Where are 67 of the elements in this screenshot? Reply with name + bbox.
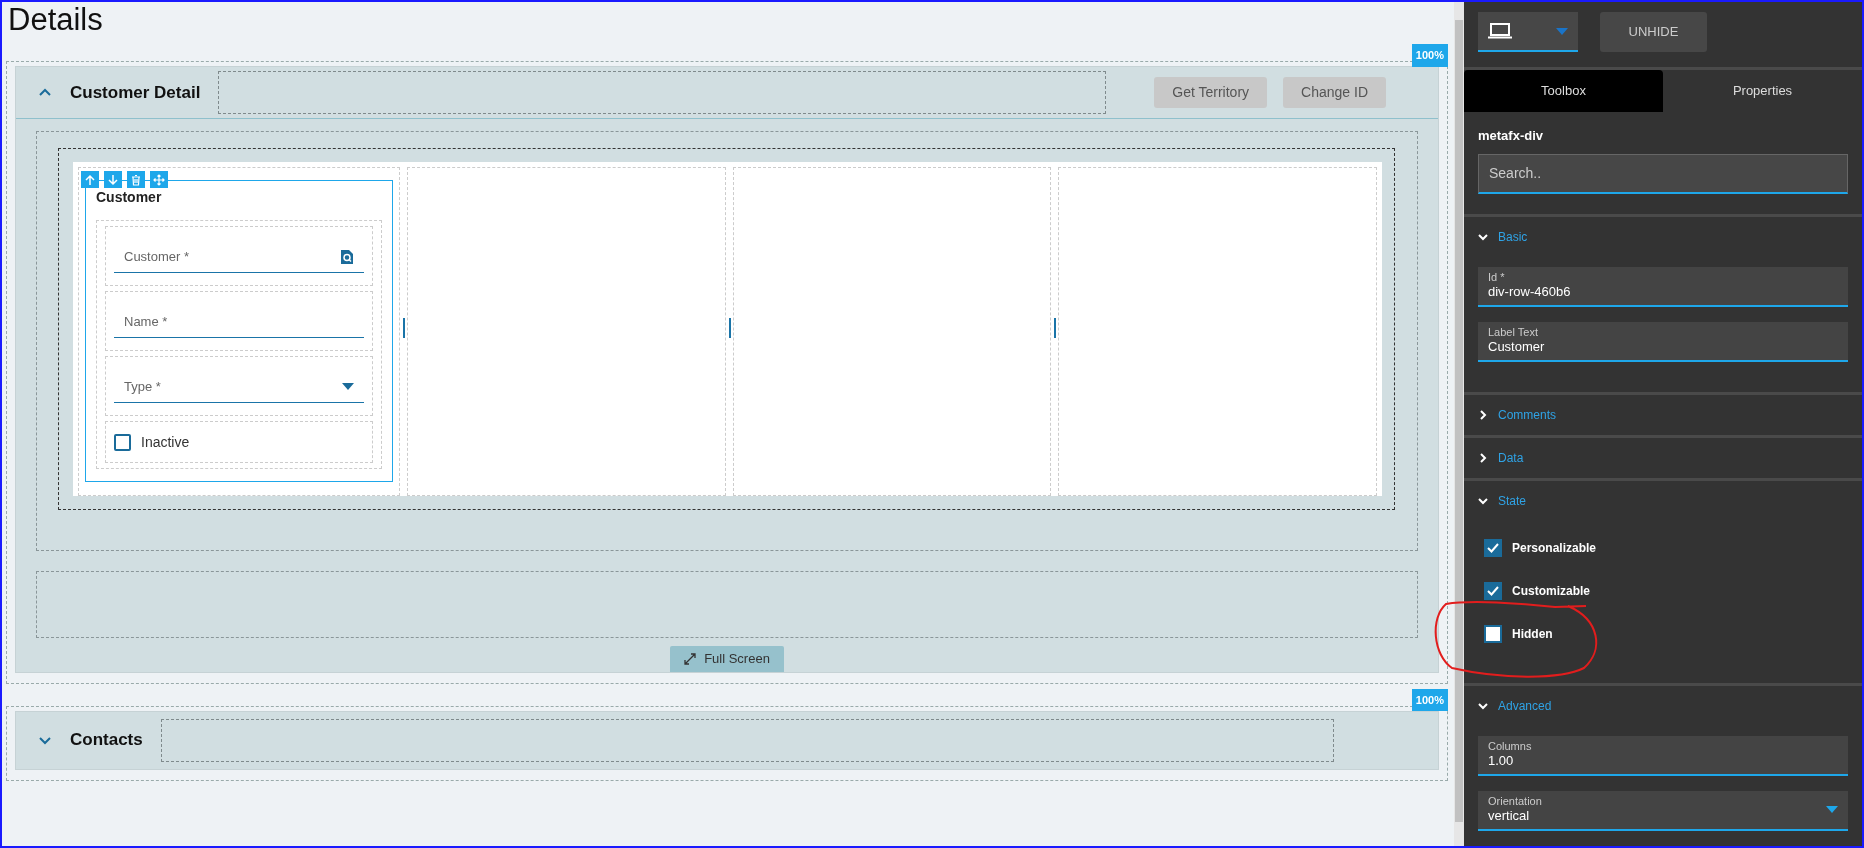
toolbar-button[interactable] xyxy=(81,171,99,188)
field-label: Label Text xyxy=(1488,326,1539,340)
input-field[interactable]: Columns 1.00 xyxy=(1478,735,1848,776)
action-button[interactable]: Change ID xyxy=(1283,77,1386,108)
checkbox[interactable] xyxy=(1484,581,1502,600)
move-icon xyxy=(153,173,165,186)
group-header[interactable]: Advanced xyxy=(1478,685,1552,726)
dropdown-caret-icon xyxy=(342,383,354,390)
panel-tab[interactable]: Toolbox xyxy=(1464,70,1663,112)
dropdown-caret-icon xyxy=(1556,27,1568,35)
chevron-down-icon xyxy=(1478,700,1488,711)
group-header[interactable]: State xyxy=(1478,480,1527,521)
select-field[interactable]: Orientation vertical xyxy=(1478,790,1848,831)
field-value: 1.00 xyxy=(1488,753,1515,769)
move-down-icon xyxy=(107,173,119,186)
checkbox[interactable] xyxy=(1484,538,1502,557)
resize-handle[interactable] xyxy=(403,318,405,338)
laptop-icon xyxy=(1488,23,1512,39)
checkbox-label: Hidden xyxy=(1512,625,1553,643)
resize-handle[interactable] xyxy=(1054,318,1057,338)
lookup-field[interactable]: Customer * xyxy=(114,235,364,273)
scrollbar-thumb[interactable] xyxy=(1455,20,1463,822)
field-value: div-row-460b6 xyxy=(1488,284,1571,300)
device-dropdown[interactable] xyxy=(1478,12,1578,52)
move-up-icon xyxy=(84,173,96,186)
zoom-badge: 100% xyxy=(1411,44,1448,67)
form-card[interactable]: Customer Customer * Name * Type * Inactive xyxy=(85,180,393,482)
section-title: Contacts xyxy=(70,729,143,752)
zoom-badge: 100% xyxy=(1411,688,1448,711)
group-header[interactable]: Data xyxy=(1478,437,1524,478)
field-value: Customer xyxy=(1488,339,1545,355)
checkbox-label: Customizable xyxy=(1512,582,1590,600)
checkbox[interactable] xyxy=(1484,624,1502,643)
field-label: Columns xyxy=(1488,740,1532,754)
trash-icon xyxy=(130,173,142,186)
page-title: Details xyxy=(8,4,104,35)
search-field[interactable]: Search.. xyxy=(1478,153,1848,194)
checkbox-label: Personalizable xyxy=(1512,539,1597,557)
toolbar-button[interactable] xyxy=(150,171,168,188)
input-field[interactable]: Label Text Customer xyxy=(1478,321,1848,362)
group-header[interactable]: Basic xyxy=(1478,216,1528,257)
action-button[interactable]: Get Territory xyxy=(1154,77,1268,108)
checkbox-label: Inactive xyxy=(141,432,190,452)
toolbar-button[interactable] xyxy=(104,171,122,188)
field-value: vertical xyxy=(1488,808,1531,824)
group-header[interactable]: Comments xyxy=(1478,394,1556,435)
search-icon xyxy=(340,248,354,265)
panel-tab[interactable]: Properties xyxy=(1663,70,1862,112)
chevron-right-icon xyxy=(1478,409,1488,420)
field-label: Orientation xyxy=(1488,795,1542,809)
toolbar-button[interactable] xyxy=(127,171,145,188)
chevron-down-icon xyxy=(1478,495,1488,506)
chevron-down-icon xyxy=(1478,231,1488,242)
field-label: Id * xyxy=(1488,271,1506,285)
section-title: Customer Detail xyxy=(70,81,201,104)
unhide-button[interactable]: UNHIDE xyxy=(1600,12,1707,52)
dropdown-caret-icon xyxy=(1826,806,1838,813)
full-screen-button[interactable]: Full Screen xyxy=(670,646,784,672)
input-field[interactable]: Id * div-row-460b6 xyxy=(1478,266,1848,307)
card-title: Customer xyxy=(96,188,163,207)
input-field[interactable]: Name * xyxy=(114,300,364,338)
expand-arrows-icon xyxy=(684,652,697,665)
component-name: metafx-div xyxy=(1477,127,1545,145)
resize-handle[interactable] xyxy=(728,318,731,338)
checkbox[interactable] xyxy=(114,433,131,451)
chevron-right-icon xyxy=(1478,452,1488,463)
select-field[interactable]: Type * xyxy=(114,365,364,403)
